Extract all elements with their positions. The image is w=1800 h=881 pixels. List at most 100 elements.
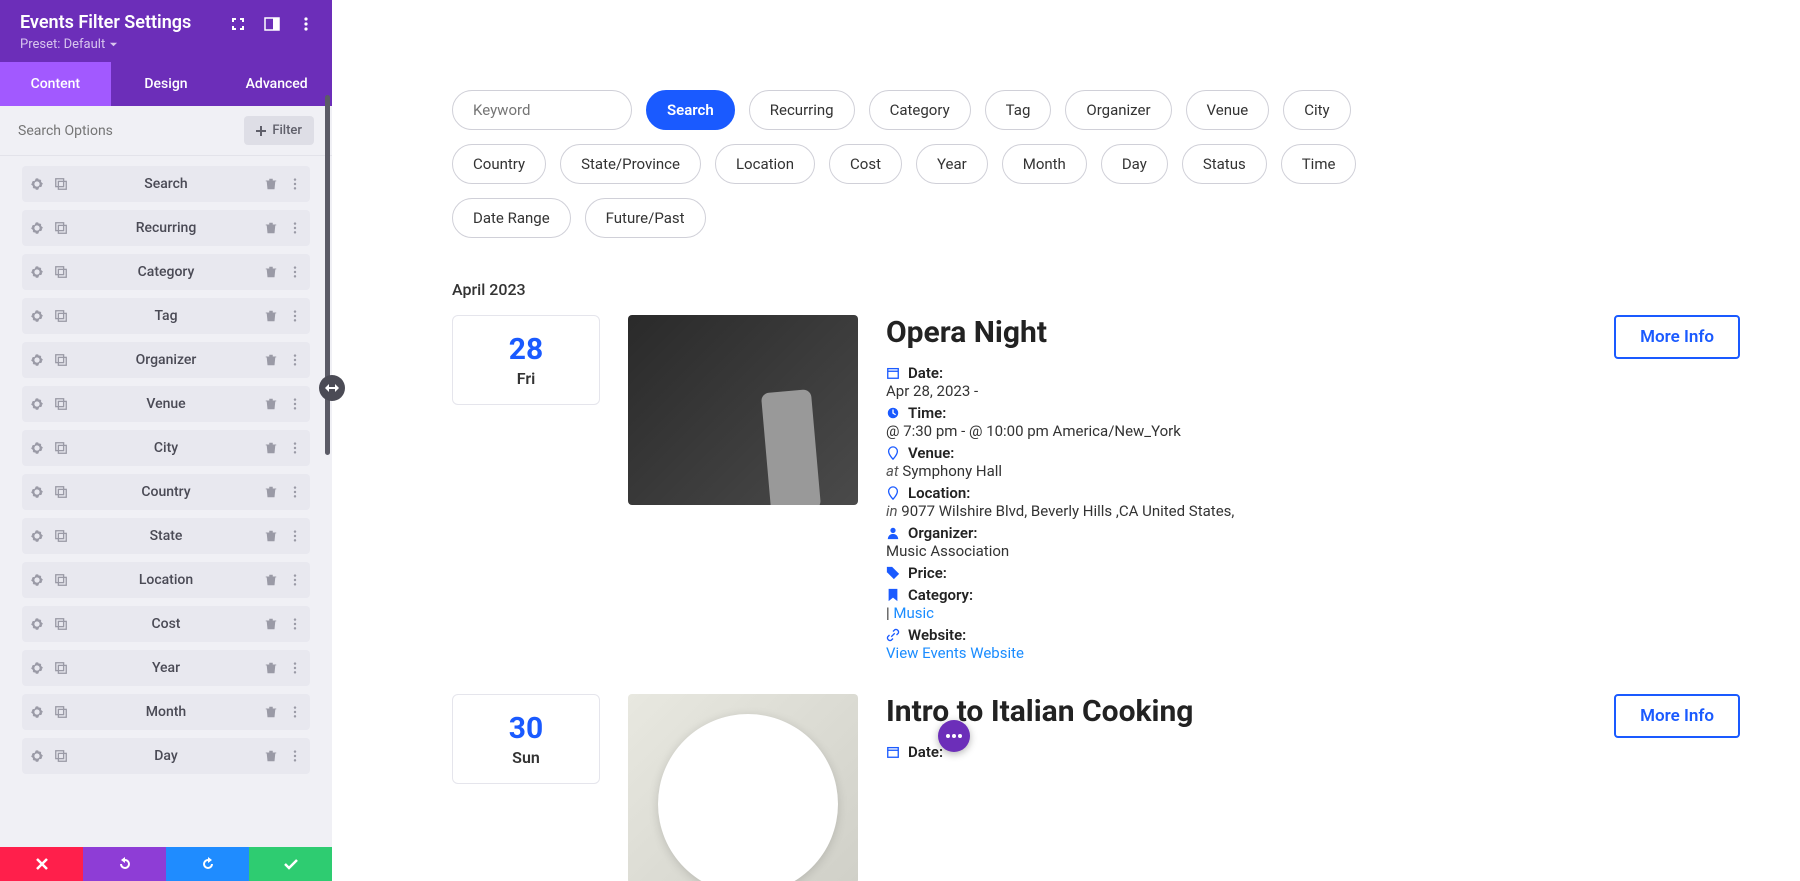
duplicate-icon[interactable]: [54, 749, 68, 763]
duplicate-icon[interactable]: [54, 485, 68, 499]
duplicate-icon[interactable]: [54, 397, 68, 411]
trash-icon[interactable]: [264, 309, 278, 323]
filter-list-item[interactable]: Country: [22, 474, 310, 510]
more-vertical-icon[interactable]: [288, 749, 302, 763]
duplicate-icon[interactable]: [54, 441, 68, 455]
filter-chip-year[interactable]: Year: [916, 144, 988, 184]
filter-list-item[interactable]: Day: [22, 738, 310, 774]
filter-chip-category[interactable]: Category: [869, 90, 971, 130]
filter-chip-venue[interactable]: Venue: [1186, 90, 1270, 130]
trash-icon[interactable]: [264, 529, 278, 543]
filter-chip-country[interactable]: Country: [452, 144, 546, 184]
more-vertical-icon[interactable]: [288, 265, 302, 279]
keyword-input[interactable]: [452, 90, 632, 130]
more-vertical-icon[interactable]: [288, 617, 302, 631]
more-vertical-icon[interactable]: [288, 573, 302, 587]
gear-icon[interactable]: [30, 265, 44, 279]
duplicate-icon[interactable]: [54, 265, 68, 279]
gear-icon[interactable]: [30, 485, 44, 499]
more-vertical-icon[interactable]: [288, 221, 302, 235]
more-vertical-icon[interactable]: [288, 485, 302, 499]
filter-chip-day[interactable]: Day: [1101, 144, 1168, 184]
filter-chip-daterange[interactable]: Date Range: [452, 198, 571, 238]
trash-icon[interactable]: [264, 661, 278, 675]
gear-icon[interactable]: [30, 397, 44, 411]
trash-icon[interactable]: [264, 573, 278, 587]
tab-design[interactable]: Design: [111, 62, 222, 106]
gear-icon[interactable]: [30, 573, 44, 587]
trash-icon[interactable]: [264, 441, 278, 455]
cancel-button[interactable]: [0, 847, 83, 881]
expand-icon[interactable]: [230, 16, 246, 32]
filter-list-item[interactable]: State: [22, 518, 310, 554]
panel-icon[interactable]: [264, 16, 280, 32]
duplicate-icon[interactable]: [54, 617, 68, 631]
trash-icon[interactable]: [264, 265, 278, 279]
more-vertical-icon[interactable]: [288, 177, 302, 191]
filter-chip-status[interactable]: Status: [1182, 144, 1267, 184]
duplicate-icon[interactable]: [54, 221, 68, 235]
tab-content[interactable]: Content: [0, 62, 111, 106]
trash-icon[interactable]: [264, 177, 278, 191]
duplicate-icon[interactable]: [54, 661, 68, 675]
resize-handle[interactable]: [319, 375, 345, 401]
gear-icon[interactable]: [30, 661, 44, 675]
filter-chip-organizer[interactable]: Organizer: [1065, 90, 1171, 130]
event-image[interactable]: [628, 694, 858, 881]
more-vertical-icon[interactable]: [288, 441, 302, 455]
gear-icon[interactable]: [30, 177, 44, 191]
filter-chip-cost[interactable]: Cost: [829, 144, 902, 184]
event-website-link[interactable]: View Events Website: [886, 644, 1024, 662]
filter-list-item[interactable]: Search: [22, 166, 310, 202]
module-options-fab[interactable]: [938, 720, 970, 752]
gear-icon[interactable]: [30, 705, 44, 719]
gear-icon[interactable]: [30, 617, 44, 631]
more-vertical-icon[interactable]: [298, 16, 314, 32]
duplicate-icon[interactable]: [54, 705, 68, 719]
filter-chip-recurring[interactable]: Recurring: [749, 90, 855, 130]
undo-button[interactable]: [83, 847, 166, 881]
more-info-button[interactable]: More Info: [1614, 315, 1740, 359]
filter-list-item[interactable]: Category: [22, 254, 310, 290]
filter-chip-futurepast[interactable]: Future/Past: [585, 198, 706, 238]
more-vertical-icon[interactable]: [288, 661, 302, 675]
redo-button[interactable]: [166, 847, 249, 881]
filter-list-item[interactable]: Tag: [22, 298, 310, 334]
filter-list-item[interactable]: City: [22, 430, 310, 466]
trash-icon[interactable]: [264, 221, 278, 235]
filter-list-item[interactable]: Year: [22, 650, 310, 686]
gear-icon[interactable]: [30, 529, 44, 543]
more-vertical-icon[interactable]: [288, 529, 302, 543]
gear-icon[interactable]: [30, 353, 44, 367]
save-button[interactable]: [249, 847, 332, 881]
search-options-input[interactable]: [18, 123, 244, 139]
filter-list-item[interactable]: Venue: [22, 386, 310, 422]
event-image[interactable]: [628, 315, 858, 505]
more-vertical-icon[interactable]: [288, 353, 302, 367]
trash-icon[interactable]: [264, 617, 278, 631]
filter-list-item[interactable]: Recurring: [22, 210, 310, 246]
gear-icon[interactable]: [30, 749, 44, 763]
filter-list-item[interactable]: Cost: [22, 606, 310, 642]
filter-chip-state[interactable]: State/Province: [560, 144, 701, 184]
gear-icon[interactable]: [30, 441, 44, 455]
filter-list-item[interactable]: Month: [22, 694, 310, 730]
more-info-button[interactable]: More Info: [1614, 694, 1740, 738]
filter-list-item[interactable]: Location: [22, 562, 310, 598]
trash-icon[interactable]: [264, 397, 278, 411]
preset-dropdown[interactable]: Preset: Default: [20, 37, 191, 52]
filter-list-item[interactable]: Organizer: [22, 342, 310, 378]
more-vertical-icon[interactable]: [288, 309, 302, 323]
filter-chip-tag[interactable]: Tag: [985, 90, 1052, 130]
tab-advanced[interactable]: Advanced: [221, 62, 332, 106]
filter-chip-time[interactable]: Time: [1281, 144, 1357, 184]
duplicate-icon[interactable]: [54, 177, 68, 191]
trash-icon[interactable]: [264, 705, 278, 719]
duplicate-icon[interactable]: [54, 529, 68, 543]
filter-chip-city[interactable]: City: [1283, 90, 1350, 130]
trash-icon[interactable]: [264, 749, 278, 763]
duplicate-icon[interactable]: [54, 309, 68, 323]
trash-icon[interactable]: [264, 353, 278, 367]
filter-chip-month[interactable]: Month: [1002, 144, 1087, 184]
gear-icon[interactable]: [30, 221, 44, 235]
